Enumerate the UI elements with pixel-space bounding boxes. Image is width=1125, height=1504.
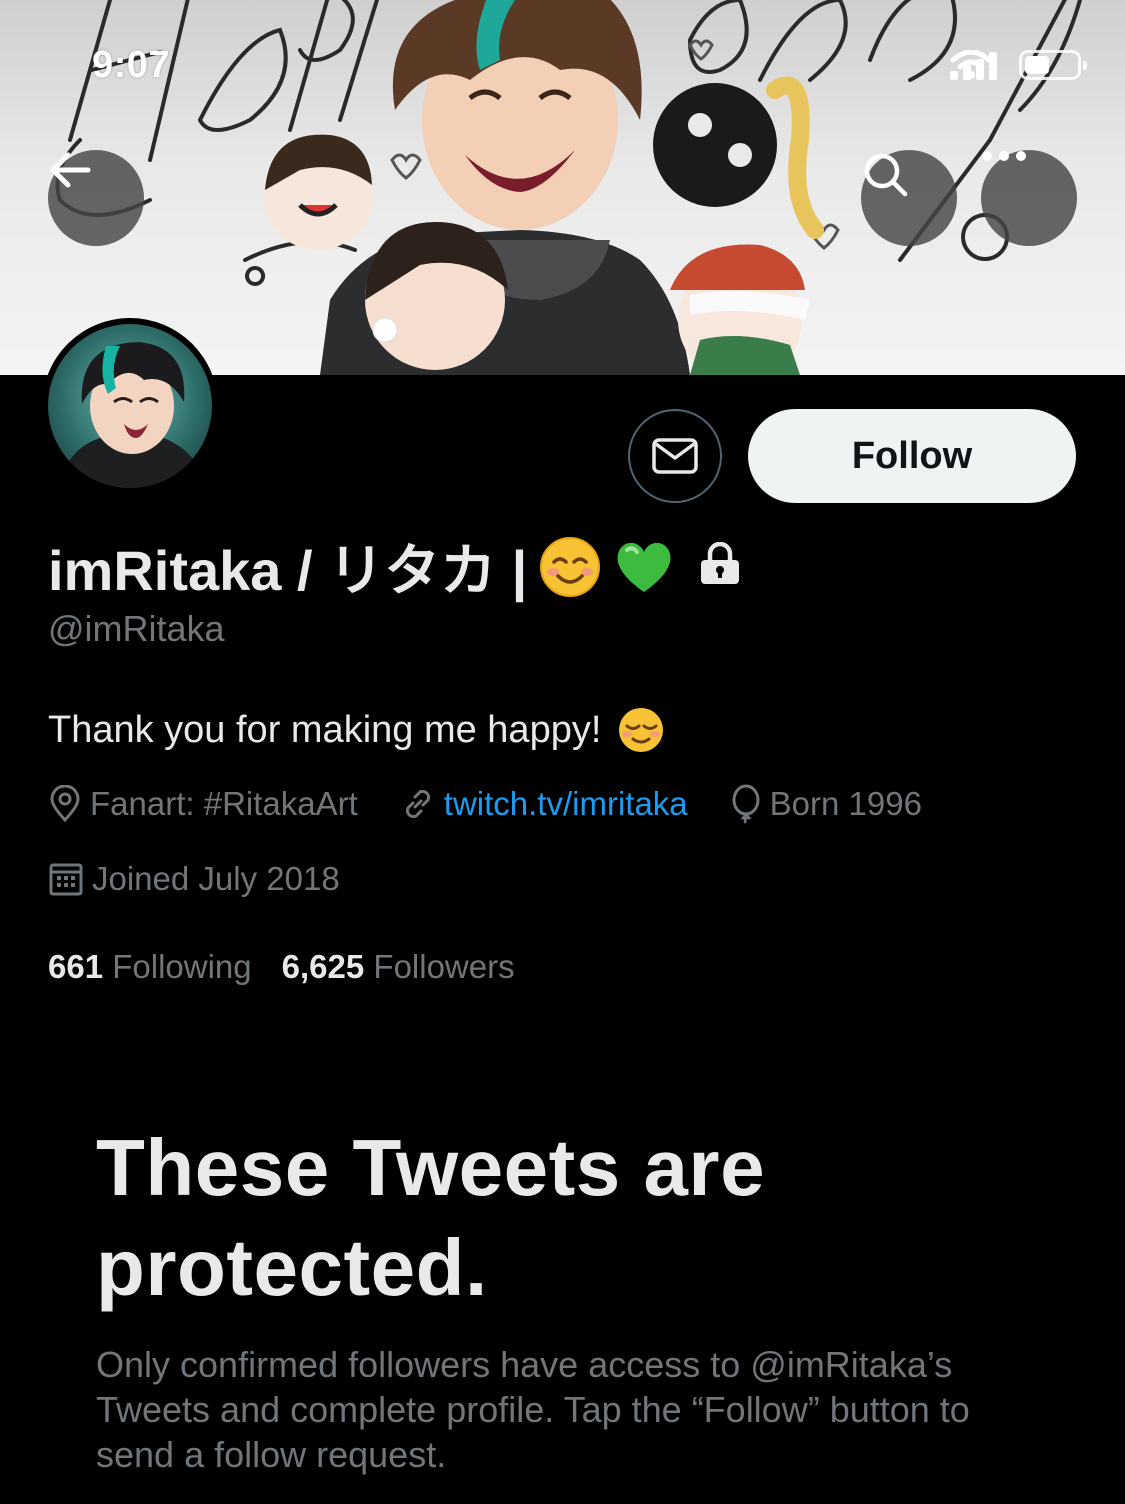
followers-label: Followers [373, 948, 515, 985]
location-pin-icon [50, 785, 80, 823]
avatar[interactable] [42, 318, 218, 494]
more-icon [982, 151, 1026, 161]
joined-row: Joined July 2018 [48, 860, 382, 898]
following-count: 661 [48, 948, 104, 985]
follow-button[interactable]: Follow [748, 409, 1076, 503]
calendar-icon [49, 863, 83, 896]
following-stat[interactable]: 661 Following [48, 948, 252, 986]
search-icon [864, 153, 908, 197]
search-button[interactable] [861, 150, 957, 246]
lock-icon [699, 534, 741, 599]
envelope-icon [652, 438, 698, 474]
bio-text: Thank you for making me happy! [48, 708, 602, 751]
avatar-image [48, 324, 212, 488]
smiling-face-emoji [539, 536, 601, 598]
status-time: 9:07 [92, 44, 171, 86]
display-name: imRitaka / リタカ | [48, 539, 528, 602]
status-icons [950, 50, 1087, 80]
relieved-face-emoji [617, 706, 665, 754]
joined-item: Joined July 2018 [48, 860, 340, 898]
arrow-left-icon [50, 152, 91, 188]
followers-stat[interactable]: 6,625 Followers [282, 948, 515, 986]
profile-banner[interactable]: 9:07 [0, 0, 1125, 375]
follow-stats: 661 Following 6,625 Followers [48, 948, 545, 986]
profile-page: 9:07 Follow imRitaka / リタカ | @imRitaka T… [0, 0, 1125, 1504]
birth-item: Born 1996 [730, 784, 922, 824]
protected-title: These Tweets are protected. [96, 1123, 766, 1312]
link-icon [405, 789, 430, 819]
birth-text: Born 1996 [769, 785, 922, 822]
website-item[interactable]: twitch.tv/imritaka [400, 785, 688, 823]
joined-text: Joined July 2018 [92, 860, 340, 897]
more-button[interactable] [981, 150, 1077, 246]
location-text: Fanart: #RitakaArt [90, 785, 358, 822]
battery-icon [1019, 50, 1087, 80]
balloon-icon [732, 784, 760, 824]
profile-meta: Fanart: #RitakaArt twitch.tv/imritaka Bo… [48, 784, 964, 824]
location-item: Fanart: #RitakaArt [48, 785, 358, 823]
green-heart-emoji [613, 536, 675, 598]
website-link[interactable]: twitch.tv/imritaka [444, 785, 688, 823]
protected-body: Only confirmed followers have access to … [96, 1344, 970, 1475]
bio: Thank you for making me happy! [48, 706, 665, 754]
following-label: Following [112, 948, 252, 985]
display-name-row: imRitaka / リタカ | [48, 526, 741, 607]
handle: @imRitaka [48, 608, 225, 649]
wifi-icon [950, 50, 992, 79]
followers-count: 6,625 [281, 948, 365, 985]
back-button[interactable] [48, 150, 144, 246]
message-button[interactable] [628, 409, 722, 503]
